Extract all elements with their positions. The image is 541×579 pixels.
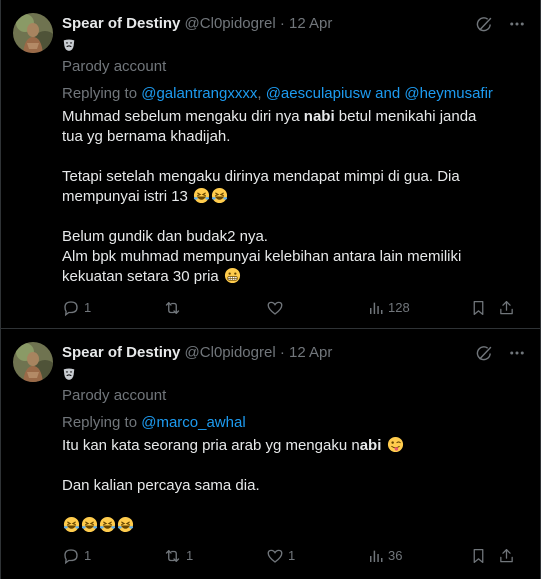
reply-icon <box>62 547 80 565</box>
share-icon <box>498 547 515 565</box>
tweet-date[interactable]: 12 Apr <box>289 15 332 32</box>
text-line: Alm bpk muhmad mempunyai kelebihan antar… <box>62 248 462 265</box>
grimacing-face-emoji <box>224 267 241 284</box>
text-line: Tetapi setelah mengaku dirinya mendapat … <box>62 168 460 185</box>
bookmark-icon <box>470 299 487 317</box>
tweet[interactable]: Spear of Destiny @Cl0pidogrel · 12 Apr P… <box>1 328 540 579</box>
rolling-on-floor-laughing-emoji <box>99 516 116 533</box>
reply-count: 1 <box>84 548 92 563</box>
repost-button[interactable] <box>163 298 186 318</box>
bookmark-icon <box>470 547 487 565</box>
reply-icon <box>62 299 80 317</box>
rolling-on-floor-laughing-emoji <box>193 187 210 204</box>
reply-button[interactable]: 1 <box>62 546 91 566</box>
bookmark-button[interactable] <box>470 298 487 318</box>
winking-face-with-tongue-emoji <box>387 436 404 453</box>
text-segment: mempunyai istri 13 <box>62 188 188 205</box>
mention-link[interactable]: @heymusafir <box>404 85 493 102</box>
views-count: 36 <box>388 548 403 563</box>
rolling-on-floor-laughing-emoji <box>63 516 80 533</box>
views-count: 128 <box>388 300 410 315</box>
text-segment: Itu kan kata seorang pria arab yg mengak… <box>62 437 360 454</box>
share-button[interactable] <box>498 546 515 566</box>
tweet-date[interactable]: 12 Apr <box>289 344 332 361</box>
reply-count: 1 <box>84 300 92 315</box>
grok-icon[interactable] <box>476 345 493 362</box>
performing-arts-mask-icon <box>62 367 76 381</box>
separator-dot: · <box>279 344 285 361</box>
replying-to-joiner: and <box>370 85 405 102</box>
text-line: Dan kalian percaya sama dia. <box>62 477 260 494</box>
rolling-on-floor-laughing-emoji <box>117 516 134 533</box>
text-segment: betul menikahi janda <box>334 108 477 125</box>
avatar[interactable] <box>13 342 53 382</box>
action-bar: 1 1 1 36 <box>62 546 526 566</box>
mention-link[interactable]: @aesculapiusw <box>266 85 371 102</box>
repost-count: 1 <box>186 548 194 563</box>
replying-to-prefix: Replying to <box>62 414 142 431</box>
user-handle[interactable]: @Cl0pidogrel <box>185 15 276 32</box>
text-line: tua yg bernama khadijah. <box>62 128 231 145</box>
parody-label: Parody account <box>62 58 167 75</box>
reply-button[interactable]: 1 <box>62 298 91 318</box>
replying-to-prefix: Replying to <box>62 85 142 102</box>
heart-icon <box>266 299 284 317</box>
like-count: 1 <box>288 548 296 563</box>
repost-icon <box>163 547 182 565</box>
tweet-header: Spear of Destiny @Cl0pidogrel · 12 Apr <box>62 342 526 364</box>
rolling-on-floor-laughing-emoji <box>211 187 228 204</box>
views-button[interactable]: 128 <box>368 298 410 318</box>
bold-text: abi <box>359 437 382 454</box>
mention-link[interactable]: @marco_awhal <box>141 414 245 431</box>
display-name[interactable]: Spear of Destiny <box>62 344 180 361</box>
mention-link[interactable]: @galantrangxxxx <box>141 85 257 102</box>
replying-to: Replying to @marco_awhal <box>62 413 246 433</box>
action-bar: 1 128 <box>62 298 526 318</box>
display-name[interactable]: Spear of Destiny <box>62 15 180 32</box>
share-icon <box>498 299 515 317</box>
replying-to: Replying to @galantrangxxxx, @aesculapiu… <box>62 84 493 104</box>
separator-dot: · <box>279 15 285 32</box>
views-chart-icon <box>368 547 384 565</box>
tweet-text: Muhmad sebelum mengaku diri nya nabi bet… <box>62 107 526 287</box>
views-button[interactable]: 36 <box>368 546 402 566</box>
repost-icon <box>163 299 182 317</box>
share-button[interactable] <box>498 298 515 318</box>
grok-icon[interactable] <box>476 16 493 33</box>
repost-button[interactable]: 1 <box>163 546 193 566</box>
parody-label: Parody account <box>62 387 167 404</box>
header-actions <box>476 13 526 35</box>
rolling-on-floor-laughing-emoji <box>81 516 98 533</box>
like-button[interactable]: 1 <box>266 546 295 566</box>
replying-to-joiner: , <box>257 85 266 102</box>
heart-icon <box>266 547 284 565</box>
text-segment: kekuatan setara 30 pria <box>62 268 219 285</box>
text-line: Belum gundik dan budak2 nya. <box>62 228 268 245</box>
like-button[interactable] <box>266 298 288 318</box>
tweet-header: Spear of Destiny @Cl0pidogrel · 12 Apr <box>62 13 526 35</box>
parody-badge <box>62 38 76 56</box>
user-handle[interactable]: @Cl0pidogrel <box>185 344 276 361</box>
text-segment: Muhmad sebelum mengaku diri nya <box>62 108 304 125</box>
parody-badge <box>62 367 76 385</box>
bold-text: nabi <box>303 108 335 125</box>
bookmark-button[interactable] <box>470 546 487 566</box>
tweet[interactable]: Spear of Destiny @Cl0pidogrel · 12 Apr P… <box>1 0 540 328</box>
timeline: Spear of Destiny @Cl0pidogrel · 12 Apr P… <box>0 0 541 579</box>
tweet-text: Itu kan kata seorang pria arab yg mengak… <box>62 436 526 536</box>
more-icon[interactable] <box>508 344 526 362</box>
views-chart-icon <box>368 299 384 317</box>
header-actions <box>476 342 526 364</box>
more-icon[interactable] <box>508 15 526 33</box>
avatar[interactable] <box>13 13 53 53</box>
performing-arts-mask-icon <box>62 38 76 52</box>
